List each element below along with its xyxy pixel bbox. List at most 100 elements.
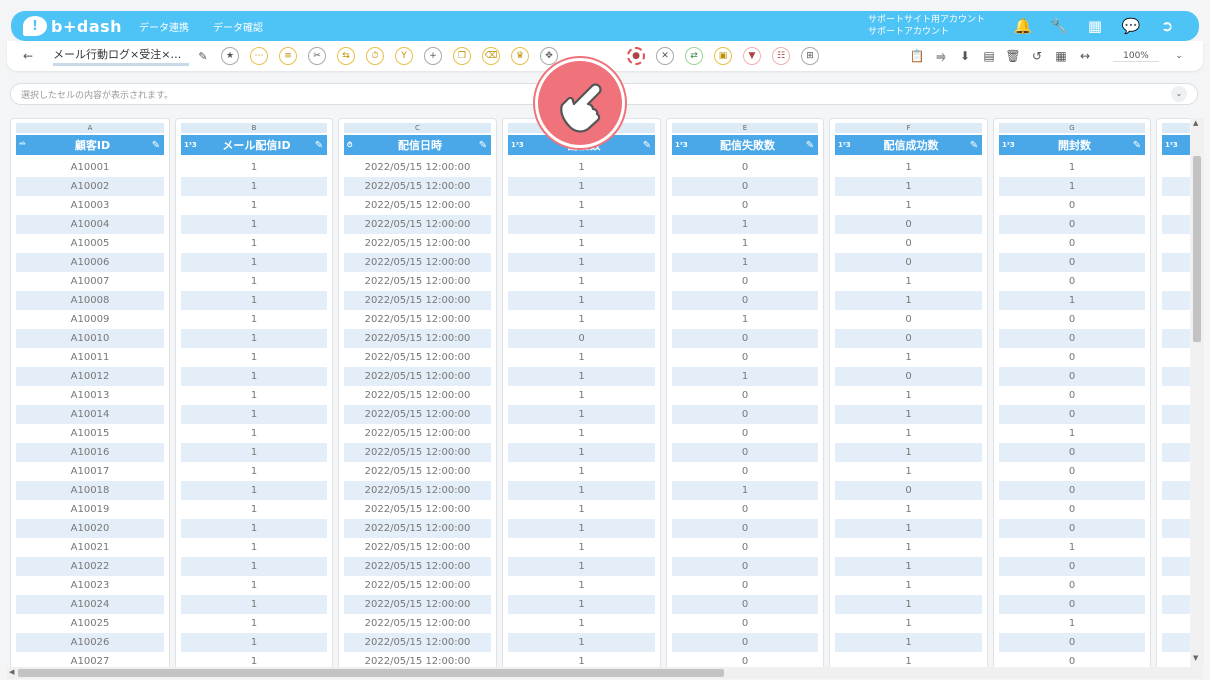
code-icon[interactable]: ↔ [1073,49,1097,63]
table-cell[interactable]: 1 [508,614,655,633]
table-cell[interactable]: 1 [672,234,818,253]
table-cell[interactable]: 0 [999,367,1145,386]
edit-pencil-icon[interactable]: ✎ [802,140,818,151]
table-cell[interactable]: 1 [508,215,655,234]
table-cell[interactable]: 1 [835,538,982,557]
table-cell[interactable]: 1 [508,519,655,538]
table-cell[interactable]: 1 [835,652,982,667]
table-cell[interactable]: A10007 [16,272,164,291]
table-cell[interactable]: 0 [508,329,655,348]
table-cell[interactable]: 0 [999,519,1145,538]
bell-icon[interactable]: 🔔 [1005,17,1041,35]
logout-icon[interactable]: ➲ [1149,17,1185,35]
table-cell[interactable]: 1 [835,424,982,443]
table-cell[interactable]: 2022/05/15 12:00:00 [344,158,491,177]
table-cell[interactable]: 1 [181,177,327,196]
table-cell[interactable]: 1 [508,253,655,272]
table-cell[interactable]: 1 [508,348,655,367]
table-cell[interactable]: A10012 [16,367,164,386]
table-cell[interactable]: 1 [835,557,982,576]
table-cell[interactable]: 1 [508,405,655,424]
table-cell[interactable]: 0 [999,481,1145,500]
table-cell[interactable] [1162,576,1190,595]
table-cell[interactable]: 1 [835,633,982,652]
table-cell[interactable]: 1 [508,177,655,196]
table-cell[interactable]: 2022/05/15 12:00:00 [344,291,491,310]
table-cell[interactable]: 2022/05/15 12:00:00 [344,177,491,196]
table-cell[interactable]: 1 [508,443,655,462]
table-cell[interactable]: 1 [672,367,818,386]
table-cell[interactable]: 1 [181,291,327,310]
copy-icon[interactable]: ❐ [453,47,471,65]
expand-icon[interactable]: ✥ [540,47,558,65]
table-cell[interactable]: 0 [835,329,982,348]
table-cell[interactable]: 0 [999,272,1145,291]
table-cell[interactable]: 0 [672,386,818,405]
table-cell[interactable]: 0 [999,348,1145,367]
table-cell[interactable]: 1 [835,386,982,405]
table-cell[interactable]: 0 [672,329,818,348]
table-cell[interactable]: 0 [672,348,818,367]
table-cell[interactable] [1162,405,1190,424]
table-cell[interactable]: 1 [999,177,1145,196]
table-cell[interactable] [1162,234,1190,253]
column-header[interactable]: 1²3 配信成功数 ✎ [835,135,982,155]
grid-apps-icon[interactable]: ▦ [1077,17,1113,35]
crown-icon[interactable]: ♛ [511,47,529,65]
table-cell[interactable]: 0 [672,519,818,538]
table-cell[interactable]: 2022/05/15 12:00:00 [344,557,491,576]
table-cell[interactable]: 0 [672,291,818,310]
table-cell[interactable]: 1 [181,405,327,424]
scroll-down-icon[interactable]: ▼ [1193,654,1198,662]
table-cell[interactable] [1162,177,1190,196]
table-cell[interactable]: 1 [999,538,1145,557]
table-cell[interactable]: 1 [181,253,327,272]
table-cell[interactable]: 1 [835,500,982,519]
table-cell[interactable] [1162,329,1190,348]
table-cell[interactable]: 1 [181,652,327,667]
table-cell[interactable] [1162,386,1190,405]
edit-pencil-icon[interactable]: ✎ [475,140,491,151]
table-cell[interactable]: 2022/05/15 12:00:00 [344,386,491,405]
table-cell[interactable]: 1 [181,462,327,481]
column-letter[interactable]: F [835,123,982,133]
table-cell[interactable] [1162,481,1190,500]
table-cell[interactable]: 2022/05/15 12:00:00 [344,462,491,481]
save-icon[interactable]: ▦ [1049,49,1073,63]
table-cell[interactable]: 1 [508,158,655,177]
table-cell[interactable]: 1 [181,538,327,557]
scroll-up-icon[interactable]: ▲ [1193,119,1198,127]
table-cell[interactable]: 1 [508,424,655,443]
paint-bucket-icon[interactable]: ● [627,47,645,65]
table-icon[interactable]: ⊞ [801,47,819,65]
table-cell[interactable]: 2022/05/15 12:00:00 [344,614,491,633]
table-cell[interactable]: 0 [999,253,1145,272]
table-cell[interactable]: 2022/05/15 12:00:00 [344,652,491,667]
column-header[interactable]: ᵃᵇ 顧客ID ✎ [16,135,164,155]
table-cell[interactable]: A10004 [16,215,164,234]
table-cell[interactable]: A10014 [16,405,164,424]
table-cell[interactable]: A10018 [16,481,164,500]
table-cell[interactable]: 2022/05/15 12:00:00 [344,215,491,234]
table-cell[interactable]: 1 [835,595,982,614]
table-cell[interactable]: A10001 [16,158,164,177]
table-cell[interactable]: 1 [181,196,327,215]
zoom-select[interactable]: 100% ⌄ [1113,51,1191,62]
table-cell[interactable]: 0 [672,177,818,196]
table-cell[interactable]: 1 [508,291,655,310]
table-cell[interactable]: A10010 [16,329,164,348]
table-cell[interactable]: A10021 [16,538,164,557]
table-cell[interactable]: 0 [672,443,818,462]
column-header[interactable]: 1²3 配信失敗数 ✎ [672,135,818,155]
table-cell[interactable]: 1 [181,443,327,462]
edit-pencil-icon[interactable]: ✎ [148,140,164,151]
table-cell[interactable]: 1 [835,443,982,462]
table-cell[interactable]: 0 [999,196,1145,215]
table-cell[interactable]: 0 [999,443,1145,462]
more-icon[interactable]: ⋯ [250,47,268,65]
table-cell[interactable]: 1 [672,481,818,500]
table-cell[interactable]: 2022/05/15 12:00:00 [344,443,491,462]
table-cell[interactable]: A10013 [16,386,164,405]
table-cell[interactable] [1162,462,1190,481]
table-cell[interactable]: 1 [508,234,655,253]
